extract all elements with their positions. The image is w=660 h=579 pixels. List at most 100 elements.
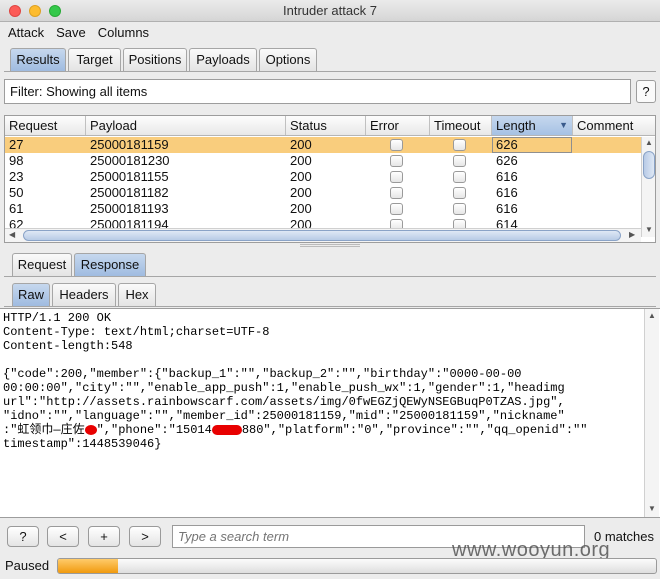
response-vertical-scrollbar[interactable]: ▲ ▼ bbox=[644, 309, 659, 517]
column-status[interactable]: Status bbox=[286, 116, 366, 135]
cell-payload: 25000181182 bbox=[90, 185, 169, 200]
cell-payload: 25000181230 bbox=[90, 153, 170, 168]
table-row[interactable]: 27 25000181159 200 626 bbox=[5, 137, 641, 153]
cell-length: 616 bbox=[496, 185, 518, 200]
error-checkbox[interactable] bbox=[390, 155, 403, 167]
cell-status: 200 bbox=[290, 185, 312, 200]
attack-progress-fill bbox=[58, 559, 118, 573]
table-horizontal-scrollbar[interactable]: ◀ ▶ bbox=[5, 228, 641, 242]
response-line: timestamp":1448539046} bbox=[3, 437, 162, 451]
previous-match-button[interactable]: < bbox=[47, 526, 79, 547]
window-titlebar: Intruder attack 7 bbox=[0, 0, 660, 22]
column-error[interactable]: Error bbox=[366, 116, 430, 135]
scroll-down-icon[interactable]: ▼ bbox=[648, 504, 656, 513]
close-window-button[interactable] bbox=[9, 5, 21, 17]
tab-target[interactable]: Target bbox=[68, 48, 121, 71]
scroll-up-icon[interactable]: ▲ bbox=[648, 311, 656, 320]
column-comment[interactable]: Comment bbox=[573, 116, 655, 135]
response-line: 00:00:00","city":"","enable_app_push":1,… bbox=[3, 381, 565, 395]
scroll-right-icon[interactable]: ▶ bbox=[629, 230, 635, 239]
tab-results[interactable]: Results bbox=[10, 48, 66, 71]
detail-tab-divider bbox=[4, 276, 656, 277]
cell-status: 200 bbox=[290, 169, 312, 184]
window-title: Intruder attack 7 bbox=[283, 3, 377, 18]
response-line: :"虹领巾—庄佐 ","phone":"15014 880","platform":… bbox=[3, 423, 639, 437]
search-options-button[interactable]: + bbox=[88, 526, 120, 547]
scroll-left-icon[interactable]: ◀ bbox=[9, 230, 15, 239]
menu-attack[interactable]: Attack bbox=[4, 22, 48, 44]
table-row[interactable]: 61 25000181193 200 616 bbox=[5, 201, 641, 217]
tab-options[interactable]: Options bbox=[259, 48, 317, 71]
response-line: Content-Type: text/html;charset=UTF-8 bbox=[3, 325, 270, 339]
column-payload[interactable]: Payload bbox=[86, 116, 286, 135]
tab-headers[interactable]: Headers bbox=[52, 283, 116, 306]
table-row[interactable]: 23 25000181155 200 616 bbox=[5, 169, 641, 185]
response-line: HTTP/1.1 200 OK bbox=[3, 311, 112, 325]
view-tab-divider bbox=[4, 306, 656, 307]
cell-request: 50 bbox=[9, 185, 24, 200]
scroll-down-icon[interactable]: ▼ bbox=[645, 225, 653, 234]
error-checkbox[interactable] bbox=[390, 139, 403, 151]
column-length-label: Length bbox=[496, 118, 536, 133]
cell-length: 616 bbox=[496, 201, 518, 216]
scroll-up-icon[interactable]: ▲ bbox=[645, 138, 653, 147]
timeout-checkbox[interactable] bbox=[453, 139, 466, 151]
timeout-checkbox[interactable] bbox=[453, 187, 466, 199]
response-fragment: ","phone":"15014 bbox=[96, 423, 212, 437]
cell-request: 23 bbox=[9, 169, 24, 184]
menu-save[interactable]: Save bbox=[52, 22, 90, 44]
cell-request: 98 bbox=[9, 153, 24, 168]
tab-request[interactable]: Request bbox=[12, 253, 72, 276]
search-help-button[interactable]: ? bbox=[7, 526, 39, 547]
cell-status: 200 bbox=[290, 137, 312, 152]
tab-response[interactable]: Response bbox=[74, 253, 146, 276]
results-table: Request Payload Status Error Timeout Len… bbox=[4, 115, 656, 243]
redaction-mark bbox=[84, 424, 97, 435]
attack-status: Paused bbox=[5, 558, 50, 573]
response-viewer[interactable]: HTTP/1.1 200 OK Content-Type: text/html;c… bbox=[0, 308, 660, 518]
response-fragment: 880","platform":"0","province":"","qq_op… bbox=[241, 423, 588, 437]
tab-hex[interactable]: Hex bbox=[118, 283, 156, 306]
response-fragment: :"虹领巾—庄佐 bbox=[3, 423, 85, 437]
tab-positions[interactable]: Positions bbox=[123, 48, 187, 71]
response-blank-line bbox=[3, 353, 639, 367]
cell-payload: 25000181155 bbox=[90, 169, 169, 184]
cell-payload: 25000181159 bbox=[90, 137, 169, 152]
timeout-checkbox[interactable] bbox=[453, 203, 466, 215]
timeout-checkbox[interactable] bbox=[453, 155, 466, 167]
cell-length: 626 bbox=[496, 137, 518, 152]
table-vertical-scrollbar[interactable]: ▲ ▼ bbox=[641, 137, 655, 237]
zoom-window-button[interactable] bbox=[49, 5, 61, 17]
tab-payloads[interactable]: Payloads bbox=[189, 48, 257, 71]
error-checkbox[interactable] bbox=[390, 203, 403, 215]
timeout-checkbox[interactable] bbox=[453, 171, 466, 183]
cell-status: 200 bbox=[290, 153, 312, 168]
tab-raw[interactable]: Raw bbox=[12, 283, 50, 306]
table-row[interactable]: 50 25000181182 200 616 bbox=[5, 185, 641, 201]
sort-descending-icon: ▼ bbox=[559, 120, 568, 130]
table-row[interactable]: 98 25000181230 200 626 bbox=[5, 153, 641, 169]
attack-progress-bar bbox=[57, 558, 657, 574]
pane-splitter-handle[interactable] bbox=[300, 244, 360, 247]
response-line: Content-length:548 bbox=[3, 339, 133, 353]
column-request[interactable]: Request bbox=[5, 116, 86, 135]
table-horizontal-scroll-thumb[interactable] bbox=[23, 230, 621, 241]
cell-request: 27 bbox=[9, 137, 24, 152]
next-match-button[interactable]: > bbox=[129, 526, 161, 547]
response-line: url":"http://assets.rainbowscarf.com/ass… bbox=[3, 395, 565, 409]
column-length[interactable]: Length ▼ bbox=[492, 116, 573, 135]
cell-length: 616 bbox=[496, 169, 518, 184]
table-vertical-scroll-thumb[interactable] bbox=[643, 151, 655, 179]
cell-status: 200 bbox=[290, 201, 312, 216]
filter-help-button[interactable]: ? bbox=[636, 80, 656, 103]
column-timeout[interactable]: Timeout bbox=[430, 116, 492, 135]
redaction-mark bbox=[211, 424, 242, 435]
minimize-window-button[interactable] bbox=[29, 5, 41, 17]
response-line: {"code":200,"member":{"backup_1":"","bac… bbox=[3, 367, 522, 381]
response-line: "idno":"","language":"","member_id":2500… bbox=[3, 409, 565, 423]
menu-columns[interactable]: Columns bbox=[94, 22, 153, 44]
error-checkbox[interactable] bbox=[390, 187, 403, 199]
response-text: HTTP/1.1 200 OK Content-Type: text/html;c… bbox=[3, 311, 639, 451]
filter-bar[interactable]: Filter: Showing all items bbox=[4, 79, 631, 104]
error-checkbox[interactable] bbox=[390, 171, 403, 183]
